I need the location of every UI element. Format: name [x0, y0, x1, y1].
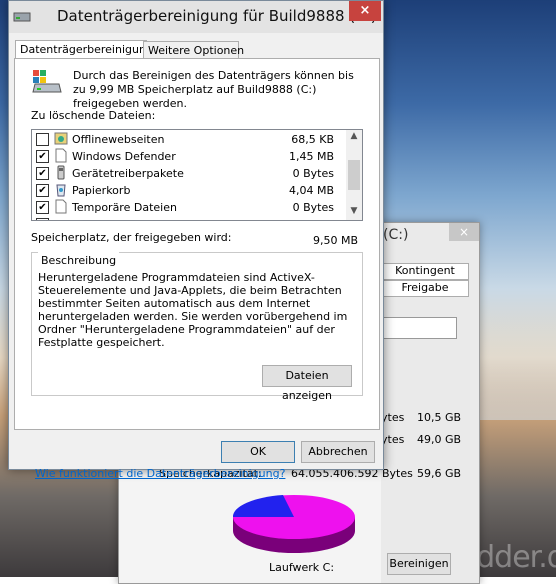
file-size: 1,45 MB: [288, 150, 334, 163]
files-list[interactable]: Offlinewebseiten 68,5 KB ✔ Windows Defen…: [31, 129, 363, 221]
file-size: 0 Bytes: [292, 201, 334, 214]
driver-package-icon: [57, 165, 65, 180]
description-group: Beschreibung Heruntergeladene Programmda…: [31, 252, 363, 402]
intro-text: Durch das Bereinigen des Datenträgers kö…: [73, 69, 354, 110]
list-item[interactable]: Offlinewebseiten 68,5 KB: [32, 131, 344, 148]
tab-more-options[interactable]: Weitere Optionen: [143, 41, 244, 59]
file-size: 0 Bytes: [292, 167, 334, 180]
description-text: Heruntergeladene Programmdateien sind Ac…: [38, 271, 348, 349]
checkbox[interactable]: ✔: [36, 150, 49, 163]
hard-drive-icon: [32, 70, 62, 93]
disk-cleanup-dialog: Datenträgerbereinigung für Build9888 (C:…: [8, 0, 384, 480]
space-gained-label: Speicherplatz, der freigegeben wird:: [31, 231, 232, 244]
used-space-value: 10,5 GB: [417, 411, 462, 424]
drive-icon: [13, 12, 31, 22]
used-space-label: ytes: [381, 411, 405, 424]
dialog-title: Datenträgerbereinigung für Build9888 (C:…: [57, 7, 377, 25]
close-icon: ×: [359, 3, 371, 18]
list-item[interactable]: ✔ Gerätetreiberpakete 0 Bytes: [32, 165, 344, 182]
recycle-bin-icon: [56, 184, 66, 197]
scroll-up-icon[interactable]: ▲: [349, 131, 359, 141]
checkbox[interactable]: ✔: [36, 201, 49, 214]
free-space-label: ytes: [381, 433, 405, 446]
file-size: 4,04 MB: [288, 184, 334, 197]
capacity-gb: 59,6 GB: [417, 467, 462, 480]
drive-name-input[interactable]: [381, 317, 457, 339]
cancel-button[interactable]: Abbrechen: [301, 441, 375, 463]
list-scrollbar[interactable]: ▲ ▼: [346, 130, 362, 220]
checkbox[interactable]: [36, 133, 49, 146]
file-name: Gerätetreiberpakete: [72, 167, 184, 180]
file-size: 68,5 KB: [291, 133, 334, 146]
close-button[interactable]: ×: [449, 223, 479, 241]
usage-pie-chart: [232, 495, 355, 553]
drive-label: Laufwerk C:: [269, 561, 335, 574]
offline-webpages-icon: [54, 132, 68, 145]
list-item[interactable]: ✔ Temporäre Dateien 0 Bytes: [32, 199, 344, 216]
tab-freigabe[interactable]: Freigabe: [381, 280, 469, 297]
space-gained-value: 9,50 MB: [313, 234, 359, 247]
free-space-value: 49,0 GB: [417, 433, 462, 446]
list-item[interactable]: ✔ Windows Defender 1,45 MB: [32, 148, 344, 165]
document-icon: [55, 199, 67, 214]
ok-button[interactable]: OK: [221, 441, 295, 463]
title-bar: Datenträgerbereinigung für Build9888 (C:…: [9, 1, 383, 33]
files-to-delete-label: Zu löschende Dateien:: [31, 109, 156, 122]
close-button[interactable]: ×: [349, 1, 381, 21]
file-name: Offlinewebseiten: [72, 133, 165, 146]
file-name: Windows Defender: [72, 150, 176, 163]
view-files-button[interactable]: Dateien anzeigen: [262, 365, 352, 402]
document-icon: [55, 148, 67, 163]
description-title: Beschreibung: [38, 252, 120, 269]
file-name: Papierkorb: [72, 184, 131, 197]
close-icon: ×: [458, 225, 470, 239]
window-title: (C:): [383, 227, 409, 243]
checkbox[interactable]: [36, 218, 49, 220]
tab-panel: Durch das Bereinigen des Datenträgers kö…: [14, 58, 380, 480]
tab-disk-cleanup[interactable]: Datenträgerbereinigung: [15, 40, 153, 60]
checkbox[interactable]: ✔: [36, 167, 49, 180]
file-name: Temporäre Dateien: [72, 201, 177, 214]
checkbox[interactable]: ✔: [36, 184, 49, 197]
scrollbar-thumb[interactable]: [348, 160, 360, 190]
cleanup-button[interactable]: Bereinigen: [387, 553, 451, 575]
help-link[interactable]: Wie funktioniert die Datenträgerbereinig…: [35, 467, 285, 480]
list-item[interactable]: ✔ Papierkorb 4,04 MB: [32, 182, 344, 199]
tab-kontingent[interactable]: Kontingent: [381, 263, 469, 280]
scroll-down-icon[interactable]: ▼: [349, 206, 359, 216]
list-item[interactable]: [32, 216, 344, 220]
